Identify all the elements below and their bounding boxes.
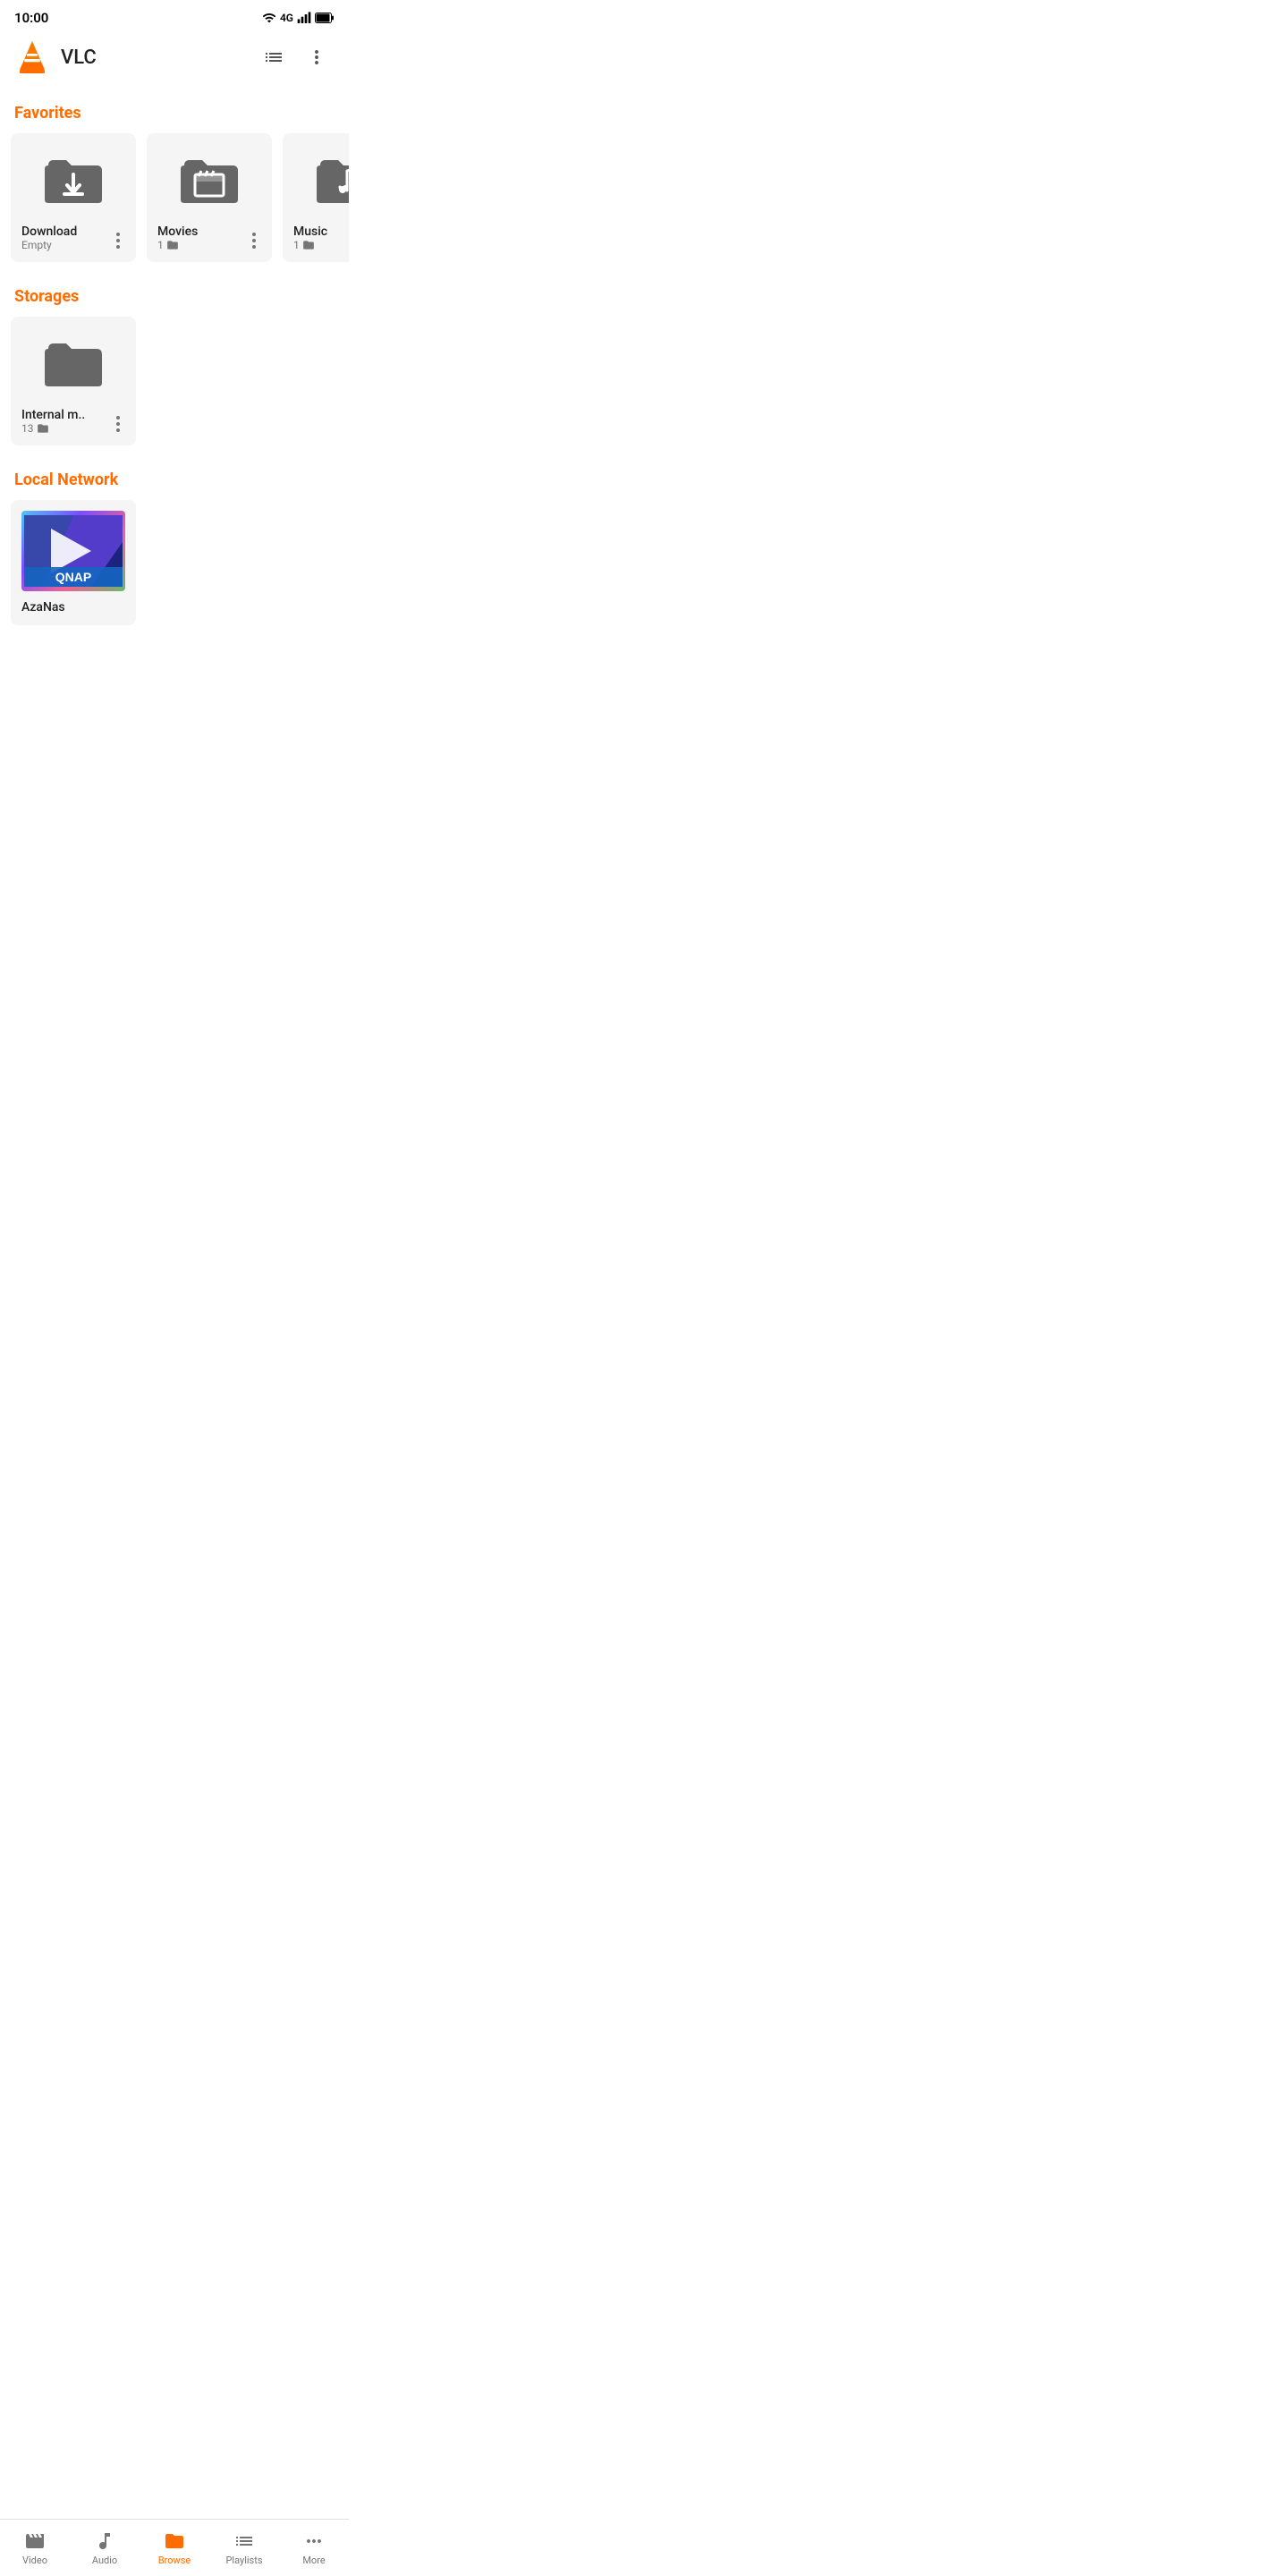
download-card-sub: Empty — [21, 239, 52, 251]
list-view-button[interactable] — [256, 39, 292, 75]
audio-icon — [94, 2530, 115, 2552]
three-dots-icon — [116, 416, 120, 432]
storages-title: Storages — [0, 273, 349, 313]
playlists-icon — [233, 2530, 255, 2552]
favorites-title: Favorites — [0, 89, 349, 130]
nav-browse[interactable]: Browse — [140, 2520, 209, 2576]
internal-card-sub: 13 — [21, 422, 49, 435]
app-title: VLC — [61, 47, 256, 69]
download-folder-icon — [41, 148, 106, 212]
network-items: QNAP AzaNas — [0, 496, 349, 636]
music-folder-icon-container — [309, 144, 349, 216]
nav-audio[interactable]: Audio — [70, 2520, 140, 2576]
svg-text:QNAP: QNAP — [55, 570, 91, 584]
app-bar-actions — [256, 39, 335, 75]
nav-more-label: More — [302, 2555, 325, 2566]
internal-card-more-button[interactable] — [104, 410, 132, 438]
more-nav-icon — [303, 2530, 325, 2552]
signal-text: 4G — [280, 12, 293, 24]
favorites-scroll[interactable]: Download Empty — [0, 130, 349, 273]
music-card-sub: 1 — [293, 239, 315, 251]
status-bar: 10:00 4G — [0, 0, 349, 32]
music-folder-icon — [313, 148, 349, 212]
local-network-title: Local Network — [0, 456, 349, 496]
folder-count-icon — [166, 239, 179, 251]
nav-browse-label: Browse — [158, 2555, 191, 2566]
internal-folder-icon-container — [38, 327, 109, 399]
azanas-card[interactable]: QNAP AzaNas — [11, 500, 136, 625]
movies-card-name: Movies — [157, 225, 198, 239]
movies-card-more-button[interactable] — [240, 226, 268, 255]
music-card-name: Music — [293, 225, 327, 239]
movies-folder-icon-container — [174, 144, 245, 216]
nav-playlists-label: Playlists — [225, 2555, 262, 2566]
internal-memory-card[interactable]: Internal m.. 13 — [11, 317, 136, 445]
status-icons: 4G — [262, 11, 335, 25]
folder-count-icon — [302, 239, 315, 251]
favorites-section: Favorites Download Empty — [0, 89, 349, 273]
download-card-name: Download — [21, 225, 77, 239]
signal-icon — [297, 11, 311, 25]
internal-folder-icon — [41, 331, 106, 395]
folder-count-icon — [37, 422, 49, 435]
nav-video-label: Video — [22, 2555, 47, 2566]
storages-section: Storages Internal m.. 13 — [0, 273, 349, 456]
local-network-section: Local Network QNAP — [0, 456, 349, 636]
wifi-icon — [262, 11, 276, 25]
movies-folder-icon — [177, 148, 242, 212]
main-content: Favorites Download Empty — [0, 82, 349, 802]
movies-folder-card[interactable]: Movies 1 — [147, 133, 272, 262]
app-bar: VLC — [0, 32, 349, 82]
nav-audio-label: Audio — [92, 2555, 117, 2566]
battery-icon — [315, 12, 335, 24]
three-dots-icon — [252, 233, 256, 249]
list-view-icon — [263, 47, 284, 68]
qnap-logo: QNAP — [24, 515, 123, 587]
download-card-more-button[interactable] — [104, 226, 132, 255]
more-options-button[interactable] — [299, 39, 335, 75]
three-dots-icon — [116, 233, 120, 249]
nav-video[interactable]: Video — [0, 2520, 70, 2576]
nav-more[interactable]: More — [279, 2520, 349, 2576]
more-options-icon — [306, 47, 327, 68]
azanas-image: QNAP — [21, 511, 125, 591]
app-logo — [14, 39, 50, 75]
movies-card-sub: 1 — [157, 239, 179, 251]
storage-grid: Internal m.. 13 — [0, 313, 349, 456]
bottom-nav: Video Audio Browse Playlists More — [0, 2519, 349, 2576]
music-folder-card[interactable]: Music 1 — [283, 133, 349, 262]
internal-card-name: Internal m.. — [21, 408, 85, 422]
download-folder-card[interactable]: Download Empty — [11, 133, 136, 262]
download-folder-icon-container — [38, 144, 109, 216]
video-icon — [24, 2530, 46, 2552]
browse-icon — [164, 2530, 185, 2552]
nav-playlists[interactable]: Playlists — [209, 2520, 279, 2576]
status-time: 10:00 — [14, 10, 48, 26]
azanas-card-name: AzaNas — [21, 600, 65, 614]
